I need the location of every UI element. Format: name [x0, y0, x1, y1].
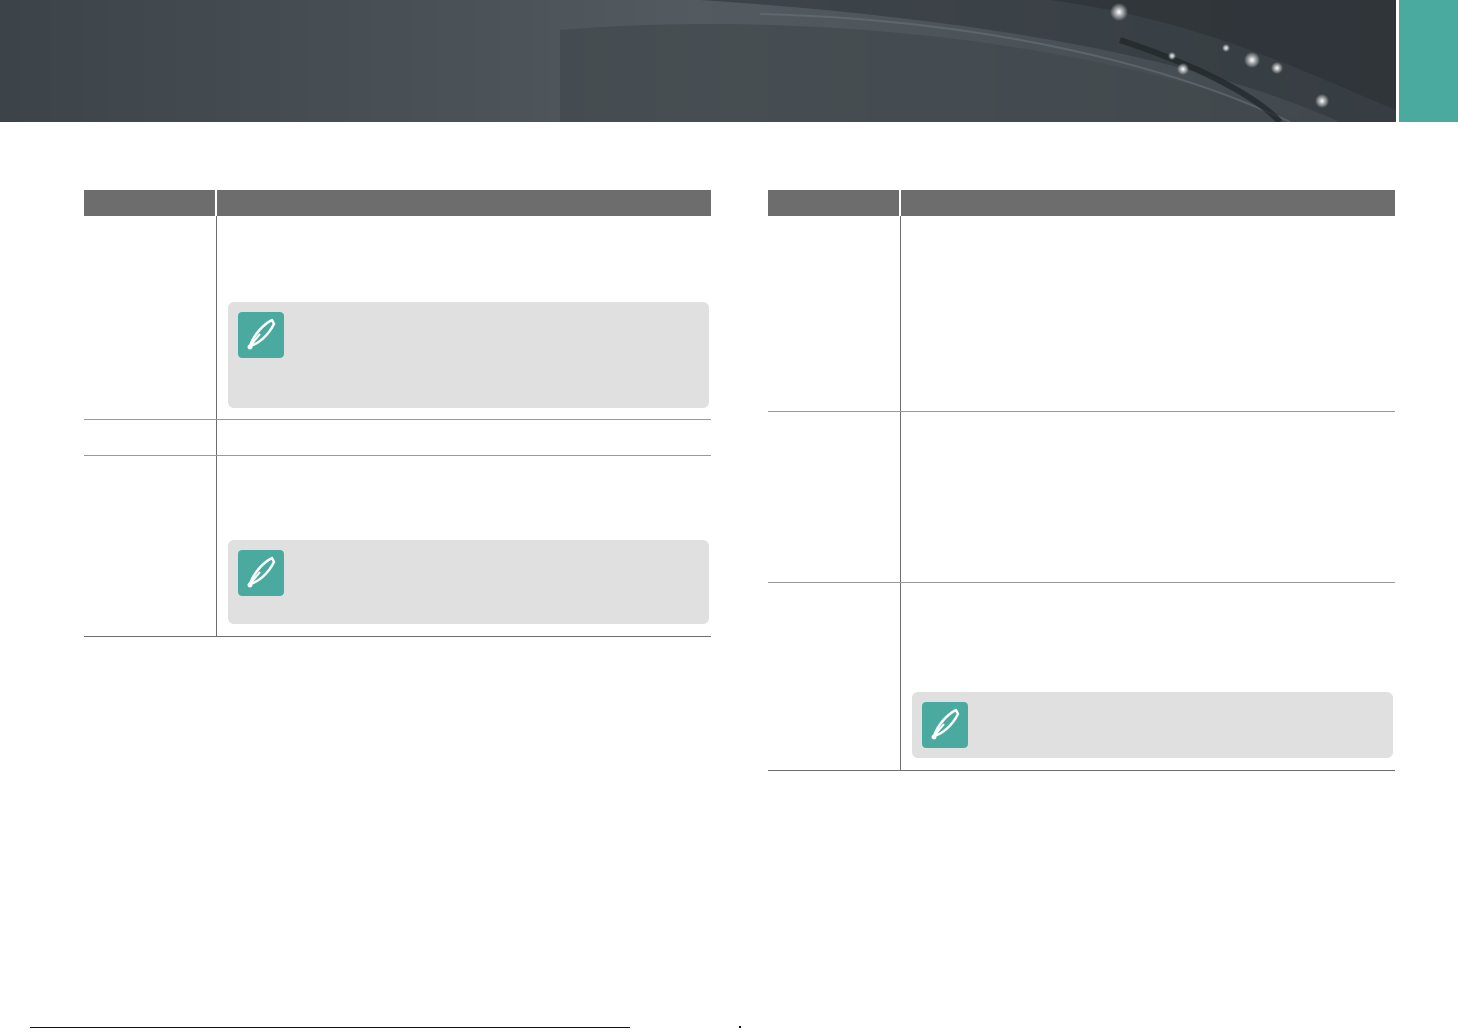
footer-mark [739, 1026, 741, 1028]
row-separator [84, 419, 711, 420]
note-box [228, 540, 709, 624]
header-divider [215, 190, 217, 216]
pen-nib-note-icon [922, 702, 968, 748]
pen-nib-note-icon [238, 550, 284, 596]
row-separator [84, 455, 711, 456]
table-header [768, 190, 1395, 216]
table-header [84, 190, 711, 216]
note-box [912, 692, 1393, 758]
row-separator [768, 411, 1395, 412]
table-bottom-border [768, 770, 1395, 771]
column-divider [216, 216, 217, 636]
footer-rule [30, 1027, 630, 1028]
note-box [228, 302, 709, 408]
column-divider [900, 216, 901, 770]
right-settings-table [768, 190, 1395, 772]
header-divider [899, 190, 901, 216]
lens-arc-decoration [560, 0, 1396, 122]
table-bottom-border [84, 636, 711, 637]
header-banner [0, 0, 1396, 122]
row-separator [768, 582, 1395, 583]
left-settings-table [84, 190, 711, 638]
chapter-side-tab [1396, 0, 1458, 122]
pen-nib-note-icon [238, 312, 284, 358]
light-sparkle [1110, 3, 1128, 21]
